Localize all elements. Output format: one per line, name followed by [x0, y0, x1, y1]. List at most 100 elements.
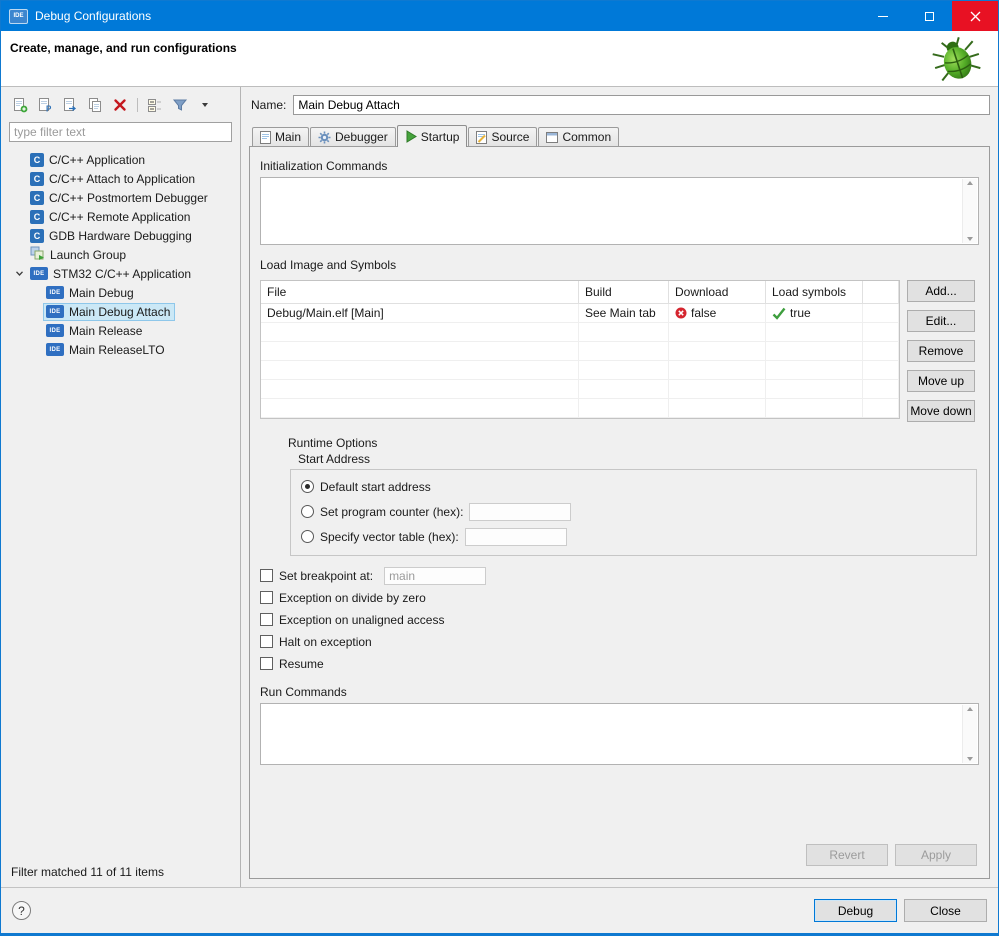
- tree-item-main-release[interactable]: IDE Main Release: [9, 321, 232, 340]
- remove-button[interactable]: Remove: [907, 340, 975, 362]
- minimize-button[interactable]: [860, 1, 906, 31]
- tree-item-main-debug-attach[interactable]: IDE Main Debug Attach: [9, 302, 232, 321]
- tree-item-label: Main Release: [69, 323, 143, 338]
- debugger-tab-icon: [318, 131, 331, 143]
- exception-divide-checkbox-row[interactable]: Exception on divide by zero: [260, 588, 979, 607]
- filter-input[interactable]: [9, 122, 232, 142]
- scroll-up-icon[interactable]: [967, 181, 973, 185]
- vector-table-input[interactable]: [464, 527, 567, 546]
- table-row-main-elf[interactable]: Debug/Main.elf [Main] See Main tab false…: [261, 304, 899, 323]
- exception-unaligned-checkbox-row[interactable]: Exception on unaligned access: [260, 610, 979, 629]
- collapse-all-icon[interactable]: [146, 96, 164, 114]
- scroll-down-icon[interactable]: [967, 757, 973, 761]
- expand-placeholder: [11, 190, 27, 206]
- specify-vector-table-radio[interactable]: Specify vector table (hex):: [301, 527, 966, 546]
- column-header-build[interactable]: Build: [579, 281, 669, 304]
- column-header-load-symbols[interactable]: Load symbols: [766, 281, 863, 304]
- default-start-address-radio[interactable]: Default start address: [301, 477, 966, 496]
- tab-source[interactable]: Source: [468, 127, 538, 146]
- expand-chevron-icon[interactable]: [11, 266, 27, 282]
- main-tab-icon: [260, 130, 271, 144]
- delete-configuration-icon[interactable]: [111, 96, 129, 114]
- toolbar-separator: [137, 98, 138, 112]
- tree-item-cpp-attach[interactable]: C C/C++ Attach to Application: [9, 169, 232, 188]
- scrollbar[interactable]: [962, 705, 977, 763]
- checkbox-icon[interactable]: [260, 613, 273, 626]
- tree-item-cpp-application[interactable]: C C/C++ Application: [9, 150, 232, 169]
- set-program-counter-radio[interactable]: Set program counter (hex):: [301, 502, 966, 521]
- tree-item-label: Launch Group: [50, 247, 127, 262]
- c-application-icon: C: [30, 171, 44, 186]
- halt-on-exception-checkbox-row[interactable]: Halt on exception: [260, 632, 979, 651]
- radio-icon[interactable]: [301, 505, 314, 518]
- name-label: Name:: [251, 98, 287, 112]
- c-application-icon: C: [30, 190, 44, 205]
- sidebar-toolbar: P: [9, 93, 232, 117]
- scroll-down-icon[interactable]: [967, 237, 973, 241]
- tree-item-label: C/C++ Remote Application: [49, 209, 191, 224]
- dialog-header: Create, manage, and run configurations: [1, 31, 998, 87]
- expand-placeholder: [27, 285, 43, 301]
- tab-main[interactable]: Main: [252, 127, 310, 146]
- tab-debugger[interactable]: Debugger: [310, 127, 396, 146]
- checkbox-icon[interactable]: [260, 591, 273, 604]
- maximize-button[interactable]: [906, 1, 952, 31]
- tree-item-launch-group[interactable]: Launch Group: [9, 245, 232, 264]
- breakpoint-input[interactable]: [384, 566, 487, 585]
- tree-item-label: GDB Hardware Debugging: [49, 228, 192, 243]
- view-menu-dropdown-icon[interactable]: [196, 96, 214, 114]
- close-window-button[interactable]: [952, 1, 998, 31]
- debug-button[interactable]: Debug: [814, 899, 897, 922]
- launch-group-icon: [30, 246, 45, 264]
- tab-startup[interactable]: Startup: [396, 125, 468, 147]
- tree-item-gdb-hardware[interactable]: C GDB Hardware Debugging: [9, 226, 232, 245]
- column-header-file[interactable]: File: [261, 281, 579, 304]
- run-commands-textarea[interactable]: [260, 703, 979, 765]
- resume-checkbox-row[interactable]: Resume: [260, 654, 979, 673]
- name-input[interactable]: [293, 95, 990, 115]
- start-address-title: Start Address: [298, 452, 371, 466]
- new-configuration-icon[interactable]: [11, 96, 29, 114]
- maximize-icon: [924, 11, 934, 21]
- tree-item-cpp-postmortem[interactable]: C C/C++ Postmortem Debugger: [9, 188, 232, 207]
- runtime-checkboxes: Set breakpoint at: Exception on divide b…: [260, 566, 979, 673]
- radio-selected-icon[interactable]: [301, 480, 314, 493]
- common-tab-icon: [546, 131, 559, 143]
- edit-button[interactable]: Edit...: [907, 310, 975, 332]
- help-button[interactable]: ?: [12, 901, 31, 920]
- set-breakpoint-checkbox-row[interactable]: Set breakpoint at:: [260, 566, 979, 585]
- tab-common[interactable]: Common: [538, 127, 620, 146]
- scrollbar[interactable]: [962, 179, 977, 243]
- move-down-button[interactable]: Move down: [907, 400, 975, 422]
- revert-button[interactable]: Revert: [806, 844, 888, 866]
- column-header-download[interactable]: Download: [669, 281, 766, 304]
- export-configuration-icon[interactable]: [61, 96, 79, 114]
- tree-item-label: C/C++ Application: [49, 152, 146, 167]
- add-button[interactable]: Add...: [907, 280, 975, 302]
- init-commands-textarea[interactable]: [260, 177, 979, 245]
- duplicate-configuration-icon[interactable]: [86, 96, 104, 114]
- tab-label: Main: [275, 130, 302, 144]
- checkbox-icon[interactable]: [260, 657, 273, 670]
- column-header-filler: [863, 281, 899, 304]
- checkbox-icon[interactable]: [260, 635, 273, 648]
- program-counter-input[interactable]: [469, 502, 572, 521]
- scroll-up-icon[interactable]: [967, 707, 973, 711]
- launch-config-icon: IDE: [46, 286, 64, 299]
- tree-item-label: C/C++ Postmortem Debugger: [49, 190, 208, 205]
- expand-placeholder: [11, 228, 27, 244]
- apply-button[interactable]: Apply: [895, 844, 977, 866]
- table-row-empty: [261, 342, 899, 361]
- titlebar[interactable]: IDE Debug Configurations: [1, 1, 998, 31]
- checkbox-icon[interactable]: [260, 569, 273, 582]
- move-up-button[interactable]: Move up: [907, 370, 975, 392]
- tree-item-main-releaselto[interactable]: IDE Main ReleaseLTO: [9, 340, 232, 359]
- new-prototype-icon[interactable]: P: [36, 96, 54, 114]
- tree-item-cpp-remote[interactable]: C C/C++ Remote Application: [9, 207, 232, 226]
- app-icon: IDE: [9, 8, 28, 24]
- tree-item-main-debug[interactable]: IDE Main Debug: [9, 283, 232, 302]
- radio-icon[interactable]: [301, 530, 314, 543]
- tree-item-stm32-application[interactable]: IDE STM32 C/C++ Application: [9, 264, 232, 283]
- close-button[interactable]: Close: [904, 899, 987, 922]
- filter-icon[interactable]: [171, 96, 189, 114]
